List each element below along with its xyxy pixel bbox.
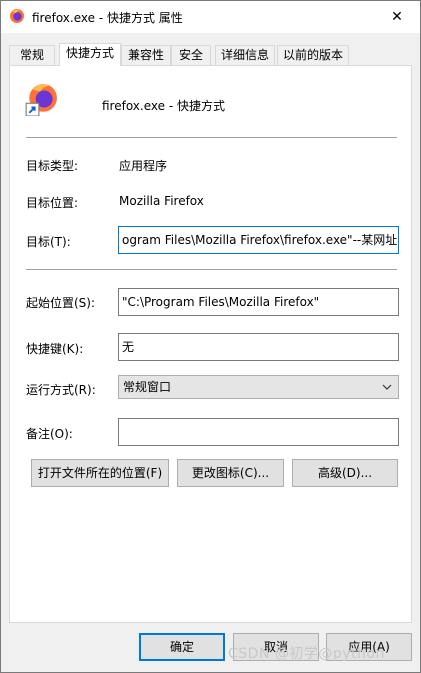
hotkey-input[interactable]: 无 [118,333,399,361]
advanced-button[interactable]: 高级(D)... [292,459,398,487]
tab-shortcut[interactable]: 快捷方式 [59,43,121,66]
comment-input[interactable] [118,418,399,446]
properties-window: firefox.exe - 快捷方式 属性 ✕ 常规 快捷方式 兼容性 安全 详… [0,0,421,673]
shortcut-name: firefox.exe - 快捷方式 [102,99,225,113]
change-icon-button[interactable]: 更改图标(C)... [177,459,284,487]
target-label: 目标(T): [26,235,71,249]
separator [26,269,397,270]
close-icon: ✕ [391,9,403,25]
chevron-down-icon [382,384,392,390]
separator [26,137,397,138]
close-button[interactable]: ✕ [374,1,420,33]
target-type-value: 应用程序 [119,159,168,173]
target-input[interactable]: ogram Files\Mozilla Firefox\firefox.exe"… [118,226,399,254]
tab-general[interactable]: 常规 [9,45,55,65]
open-file-location-button[interactable]: 打开文件所在的位置(F) [31,459,169,487]
firefox-icon [10,9,24,23]
target-type-label: 目标类型: [26,159,79,173]
title-bar[interactable]: firefox.exe - 快捷方式 属性 ✕ [1,1,420,33]
run-select-value: 常规窗口 [123,380,172,394]
shortcut-panel: firefox.exe - 快捷方式 目标类型: 应用程序 目标位置: Mozi… [9,65,412,623]
target-location-label: 目标位置: [26,196,79,210]
ok-button[interactable]: 确定 [139,633,225,661]
tab-previous-versions[interactable]: 以前的版本 [277,45,349,65]
tab-security[interactable]: 安全 [171,45,211,65]
comment-label: 备注(O): [26,427,73,441]
start-in-label: 起始位置(S): [26,296,96,310]
window-title: firefox.exe - 快捷方式 属性 [32,11,183,25]
run-label: 运行方式(R): [26,383,96,397]
hotkey-label: 快捷键(K): [26,342,84,356]
tab-compatibility[interactable]: 兼容性 [121,45,171,65]
watermark: CSDN @初学@python [228,646,385,662]
target-location-value: Mozilla Firefox [119,194,204,208]
start-in-input[interactable]: "C:\Program Files\Mozilla Firefox" [118,288,399,316]
tab-details[interactable]: 详细信息 [215,45,275,65]
firefox-shortcut-icon [25,84,57,116]
run-select[interactable]: 常规窗口 [118,375,399,399]
